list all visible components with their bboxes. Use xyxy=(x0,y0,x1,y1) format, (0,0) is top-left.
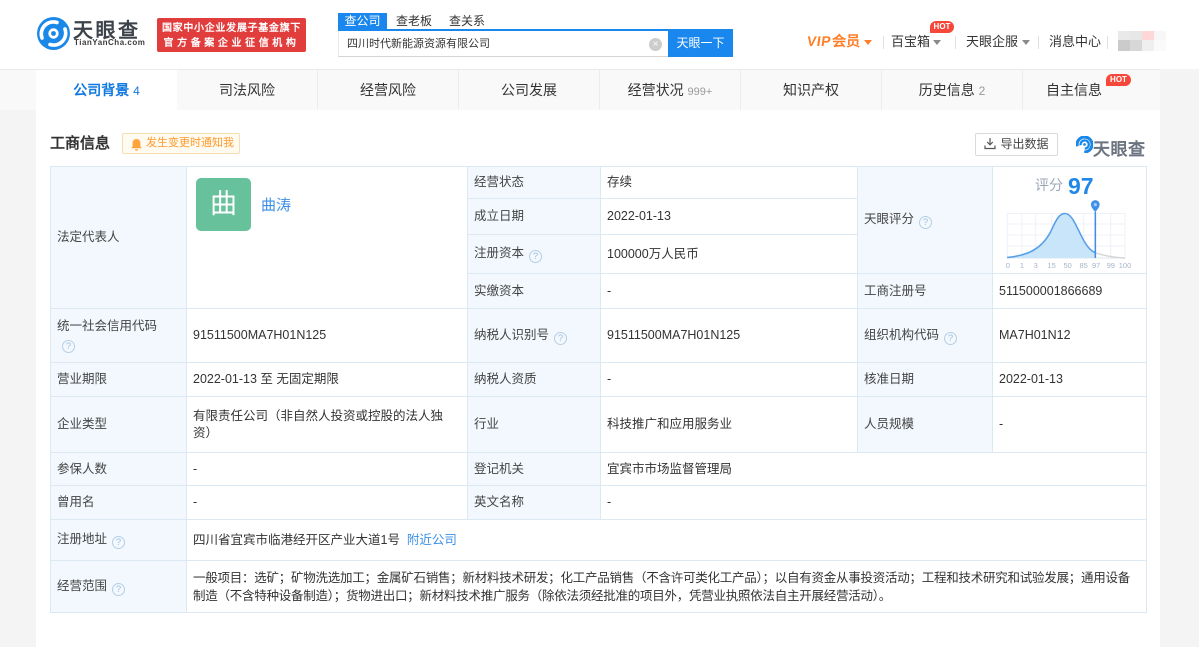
svg-text:99: 99 xyxy=(1107,261,1115,270)
svg-text:15: 15 xyxy=(1048,261,1056,270)
svg-text:100: 100 xyxy=(1119,261,1131,270)
svg-text:50: 50 xyxy=(1064,261,1072,270)
svg-text:97: 97 xyxy=(1092,261,1100,270)
svg-text:1: 1 xyxy=(1020,261,1024,270)
svg-text:3: 3 xyxy=(1034,261,1038,270)
svg-text:0: 0 xyxy=(1006,261,1010,270)
svg-text:85: 85 xyxy=(1080,261,1088,270)
